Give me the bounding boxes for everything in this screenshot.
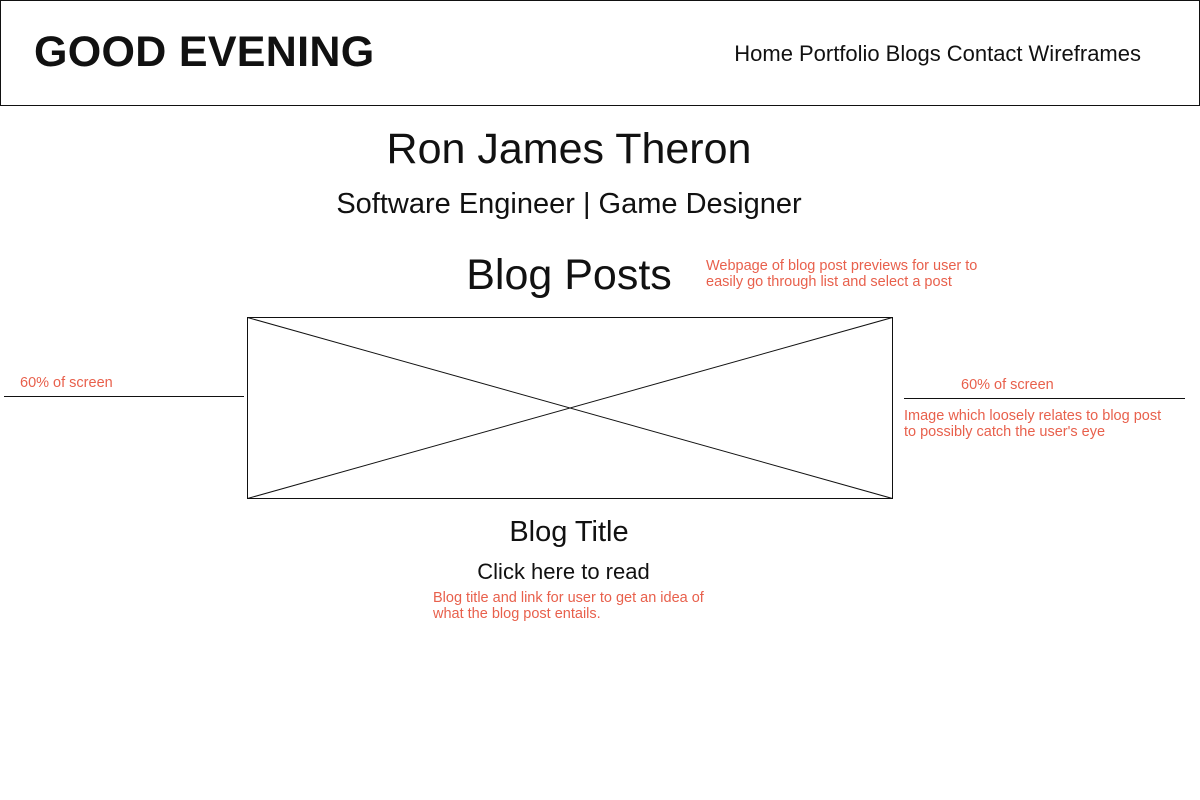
- annotation-line: easily go through list and select a post: [706, 274, 952, 290]
- main-nav: Home Portfolio Blogs Contact Wireframes: [734, 41, 1141, 67]
- annotation-line: Image which loosely relates to blog post: [904, 408, 1162, 424]
- nav-wireframes[interactable]: Wireframes: [1029, 41, 1141, 67]
- left-width-rule: [4, 396, 244, 397]
- site-title: GOOD EVENING: [34, 28, 375, 76]
- profile-tagline: Software Engineer | Game Designer: [336, 188, 802, 220]
- annotation-line: Blog title and link for user to get an i…: [433, 590, 704, 606]
- image-annotation: Image which loosely relates to blog post…: [904, 408, 1161, 440]
- profile-name: Ron James Theron: [386, 125, 752, 173]
- left-width-annotation: 60% of screen: [20, 375, 113, 391]
- nav-contact[interactable]: Contact: [947, 41, 1023, 67]
- blog-title: Blog Title: [509, 516, 629, 548]
- nav-home[interactable]: Home: [734, 41, 793, 67]
- blog-posts-annotation: Webpage of blog post previews for user t…: [706, 258, 977, 290]
- annotation-line: to possibly catch the user's eye: [904, 424, 1106, 440]
- header-bar: GOOD EVENING Home Portfolio Blogs Contac…: [0, 0, 1200, 106]
- annotation-line: what the blog post entails.: [433, 606, 601, 622]
- annotation-line: Webpage of blog post previews for user t…: [706, 258, 978, 274]
- nav-blogs[interactable]: Blogs: [886, 41, 941, 67]
- read-more-link[interactable]: Click here to read: [0, 559, 1127, 585]
- title-annotation: Blog title and link for user to get an i…: [433, 590, 704, 622]
- nav-portfolio[interactable]: Portfolio: [799, 41, 880, 67]
- right-width-annotation: 60% of screen: [961, 377, 1054, 393]
- image-placeholder: [247, 317, 893, 499]
- right-width-rule: [904, 398, 1185, 399]
